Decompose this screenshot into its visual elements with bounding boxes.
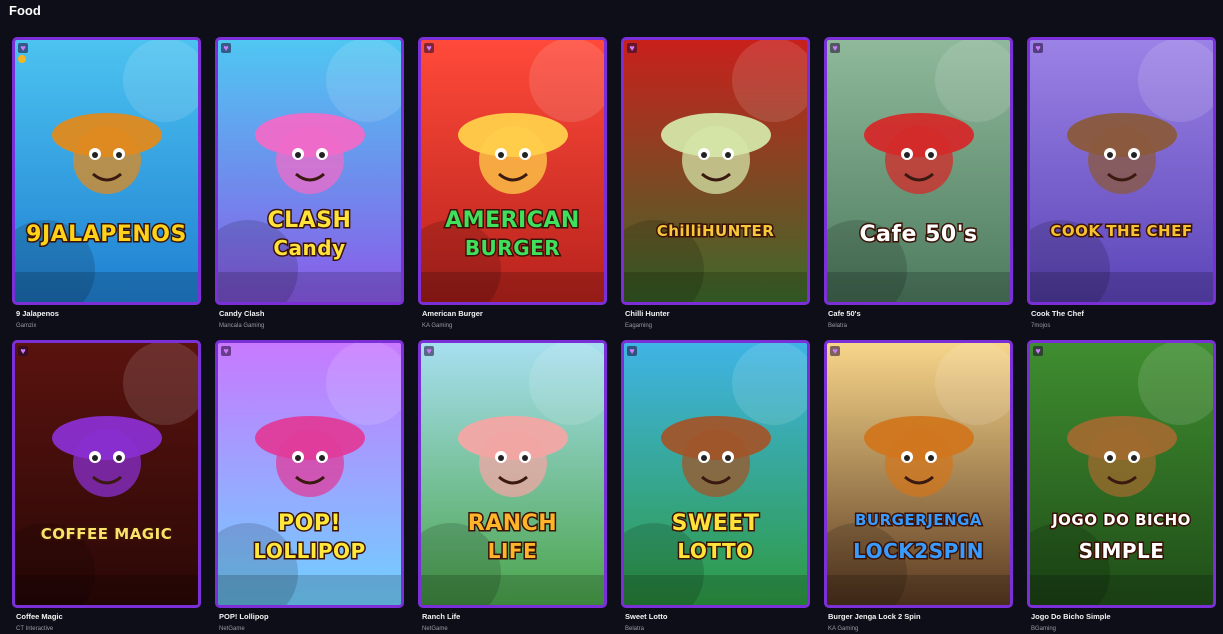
game-logo-secondary: LIFE xyxy=(486,538,538,565)
favorite-icon[interactable]: ♥ xyxy=(221,43,231,53)
game-card[interactable]: ♥ RANCH LIFE Ranch Life NetGame xyxy=(418,340,607,632)
game-logo: JOGO DO BICHO xyxy=(1051,510,1192,531)
game-title[interactable]: American Burger xyxy=(422,309,607,318)
game-title[interactable]: Jogo Do Bicho Simple xyxy=(1031,612,1216,621)
coin-icon xyxy=(18,55,26,63)
game-logo-secondary: Candy xyxy=(272,235,347,262)
game-thumbnail[interactable]: ♥ COFFEE MAGIC xyxy=(12,340,201,608)
game-provider: Eagaming xyxy=(625,323,653,329)
section-title: Food xyxy=(9,3,41,18)
favorite-icon[interactable]: ♥ xyxy=(627,43,637,53)
game-provider: NetGame xyxy=(219,626,245,632)
game-card[interactable]: ♥ ChilliHUNTER Chilli Hunter Eagaming xyxy=(621,37,810,329)
game-title[interactable]: Candy Clash xyxy=(219,309,404,318)
game-provider: Belatra xyxy=(828,323,848,329)
game-card[interactable]: ♥ COFFEE MAGIC Coffee Magic CT Interactive xyxy=(12,340,201,632)
game-card[interactable]: ♥ JOGO DO BICHO SIMPLE Jogo Do Bicho Simple… xyxy=(1027,340,1216,632)
game-card[interactable]: ♥ 9JALAPENOS 9 Jalapenos Gamzix xyxy=(12,37,201,329)
game-card[interactable]: ♥ AMERICAN BURGER American Burger KA Gaming xyxy=(418,37,607,329)
game-provider: Belatra xyxy=(625,626,645,632)
game-thumbnail[interactable]: ♥ SWEET LOTTO xyxy=(621,340,810,608)
game-title[interactable]: Cafe 50's xyxy=(828,309,1013,318)
game-artwork xyxy=(421,40,604,302)
game-title[interactable]: Chilli Hunter xyxy=(625,309,810,318)
game-logo-secondary: LOTTO xyxy=(676,538,755,565)
game-thumbnail[interactable]: ♥ CLASH Candy xyxy=(215,37,404,305)
game-logo-secondary: BURGER xyxy=(463,235,561,262)
game-artwork xyxy=(624,343,807,605)
game-thumbnail[interactable]: ♥ COOK THE CHEF xyxy=(1027,37,1216,305)
game-artwork xyxy=(827,343,1010,605)
game-artwork xyxy=(15,343,198,605)
game-artwork xyxy=(624,40,807,302)
game-thumbnail[interactable]: ♥ JOGO DO BICHO SIMPLE xyxy=(1027,340,1216,608)
game-title[interactable]: Ranch Life xyxy=(422,612,607,621)
game-logo: CLASH xyxy=(266,207,352,235)
favorite-icon[interactable]: ♥ xyxy=(1033,43,1043,53)
game-provider: NetGame xyxy=(422,626,448,632)
game-artwork xyxy=(1030,343,1213,605)
game-provider: Gamzix xyxy=(16,323,37,329)
game-logo: Cafe 50's xyxy=(858,221,979,249)
game-artwork xyxy=(218,40,401,302)
game-card[interactable]: ♥ SWEET LOTTO Sweet Lotto Belatra xyxy=(621,340,810,632)
favorite-icon[interactable]: ♥ xyxy=(830,346,840,356)
game-logo-secondary: LOCK2SPIN xyxy=(852,538,985,565)
game-logo: BURGERJENGA xyxy=(853,510,983,531)
game-title[interactable]: 9 Jalapenos xyxy=(16,309,201,318)
game-provider: BGaming xyxy=(1031,626,1057,632)
game-title[interactable]: Sweet Lotto xyxy=(625,612,810,621)
game-artwork xyxy=(15,40,198,302)
game-logo: ChilliHUNTER xyxy=(655,221,775,242)
game-logo: COFFEE MAGIC xyxy=(39,524,173,545)
favorite-icon[interactable]: ♥ xyxy=(830,43,840,53)
game-card[interactable]: ♥ COOK THE CHEF Cook The Chef 7mojos xyxy=(1027,37,1216,329)
game-logo: POP! xyxy=(277,510,342,538)
game-card[interactable]: ♥ POP! LOLLIPOP POP! Lollipop NetGame xyxy=(215,340,404,632)
game-logo: COOK THE CHEF xyxy=(1049,221,1194,242)
game-thumbnail[interactable]: ♥ 9JALAPENOS xyxy=(12,37,201,305)
game-title[interactable]: Burger Jenga Lock 2 Spin xyxy=(828,612,1013,621)
game-thumbnail[interactable]: ♥ POP! LOLLIPOP xyxy=(215,340,404,608)
game-logo: AMERICAN xyxy=(444,207,581,235)
game-title[interactable]: POP! Lollipop xyxy=(219,612,404,621)
game-artwork xyxy=(218,343,401,605)
favorite-icon[interactable]: ♥ xyxy=(424,43,434,53)
game-thumbnail[interactable]: ♥ ChilliHUNTER xyxy=(621,37,810,305)
game-provider: KA Gaming xyxy=(828,626,859,632)
game-logo: RANCH xyxy=(466,510,558,538)
game-artwork xyxy=(1030,40,1213,302)
game-provider: CT Interactive xyxy=(16,626,54,632)
favorite-icon[interactable]: ♥ xyxy=(1033,346,1043,356)
favorite-icon[interactable]: ♥ xyxy=(627,346,637,356)
game-card[interactable]: ♥ Cafe 50's Cafe 50's Belatra xyxy=(824,37,1013,329)
game-logo-secondary: SIMPLE xyxy=(1077,538,1165,565)
game-title[interactable]: Coffee Magic xyxy=(16,612,201,621)
favorite-icon[interactable]: ♥ xyxy=(221,346,231,356)
game-logo: SWEET xyxy=(670,510,760,538)
game-thumbnail[interactable]: ♥ BURGERJENGA LOCK2SPIN xyxy=(824,340,1013,608)
game-provider: KA Gaming xyxy=(422,323,453,329)
game-logo: 9JALAPENOS xyxy=(25,221,188,249)
favorite-icon[interactable]: ♥ xyxy=(424,346,434,356)
favorite-icon[interactable]: ♥ xyxy=(18,43,28,53)
game-card[interactable]: ♥ BURGERJENGA LOCK2SPIN Burger Jenga Lock 2… xyxy=(824,340,1013,632)
game-artwork xyxy=(827,40,1010,302)
game-provider: 7mojos xyxy=(1031,323,1051,329)
game-card[interactable]: ♥ CLASH Candy Candy Clash Mancala Gaming xyxy=(215,37,404,329)
game-artwork xyxy=(421,343,604,605)
game-thumbnail[interactable]: ♥ RANCH LIFE xyxy=(418,340,607,608)
game-logo-secondary: LOLLIPOP xyxy=(252,538,367,565)
favorite-icon[interactable]: ♥ xyxy=(18,346,28,356)
game-provider: Mancala Gaming xyxy=(219,323,265,329)
game-title[interactable]: Cook The Chef xyxy=(1031,309,1216,318)
games-grid: ♥ 9JALAPENOS 9 Jalapenos Gamzix ♥ CLASH Candy… xyxy=(12,37,1216,632)
game-thumbnail[interactable]: ♥ Cafe 50's xyxy=(824,37,1013,305)
game-thumbnail[interactable]: ♥ AMERICAN BURGER xyxy=(418,37,607,305)
